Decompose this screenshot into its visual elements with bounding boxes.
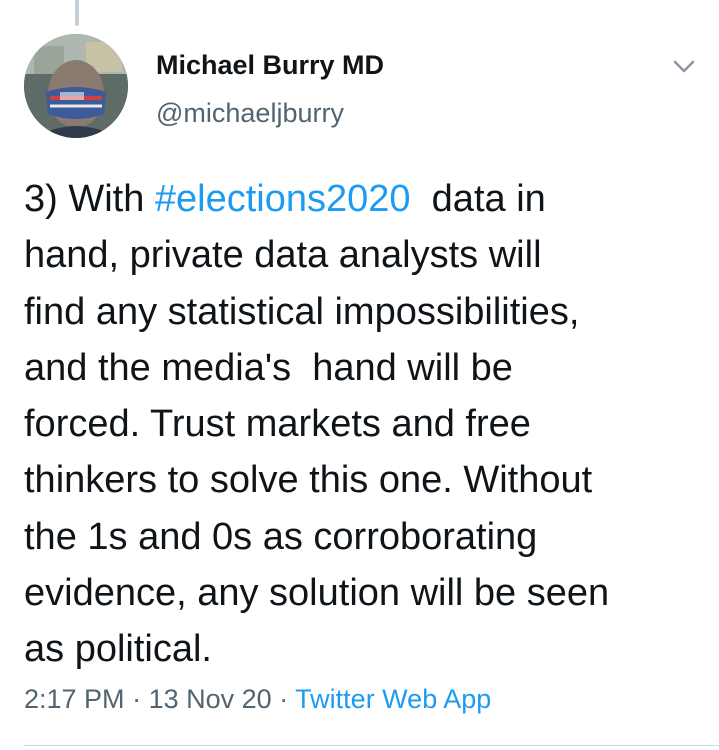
tweet-time[interactable]: 2:17 PM xyxy=(24,684,125,714)
tweet-text-prefix: 3) With xyxy=(24,178,155,220)
tweet-source-link[interactable]: Twitter Web App xyxy=(295,684,491,714)
hashtag-link[interactable]: #elections2020 xyxy=(155,178,411,220)
avatar[interactable] xyxy=(24,34,128,138)
tweet-date[interactable]: 13 Nov 20 xyxy=(149,684,272,714)
thread-connector-line xyxy=(75,0,79,26)
tweet-detail: Michael Burry MD @michaeljburry 3) With … xyxy=(0,0,719,750)
meta-separator: · xyxy=(271,684,296,714)
display-name[interactable]: Michael Burry MD xyxy=(156,50,384,81)
tweet-text-body: data in hand, private data analysts will… xyxy=(24,178,610,671)
divider xyxy=(24,745,719,746)
meta-separator: · xyxy=(124,684,149,714)
tweet-text: 3) With #elections2020 data in hand, pri… xyxy=(24,171,714,678)
tweet-metadata: 2:17 PM · 13 Nov 20 · Twitter Web App xyxy=(24,684,491,715)
avatar-image xyxy=(24,34,128,138)
chevron-down-icon[interactable] xyxy=(668,50,700,82)
user-handle[interactable]: @michaeljburry xyxy=(156,98,344,129)
